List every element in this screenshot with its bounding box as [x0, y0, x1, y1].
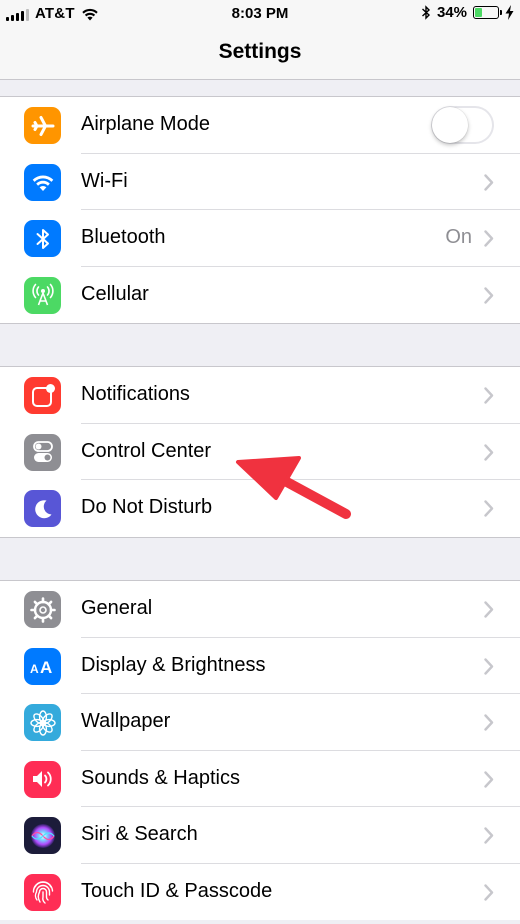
cellular-label: Cellular — [81, 282, 149, 305]
bluetooth-icon — [24, 220, 61, 257]
bluetooth-status-value: On — [445, 226, 472, 248]
chevron-right-icon — [484, 601, 494, 618]
chevron-right-icon — [484, 657, 494, 675]
siri-search-row[interactable]: Siri & Search — [0, 807, 520, 864]
display-brightness-label: Display & Brightness — [81, 653, 266, 676]
carrier-name: AT&T — [35, 5, 75, 22]
svg-text:A: A — [30, 662, 39, 676]
sounds-haptics-row[interactable]: Sounds & Haptics — [0, 751, 520, 807]
general-row[interactable]: General — [0, 581, 520, 638]
chevron-right-icon — [484, 230, 494, 247]
general-label: General — [81, 597, 153, 619]
display-brightness-row[interactable]: A A Display & Brightness — [0, 638, 520, 694]
chevron-right-icon — [484, 443, 494, 461]
page-title: Settings — [218, 40, 302, 63]
status-bar: AT&T 8:03 PM 34% — [0, 0, 520, 28]
siri-icon — [24, 817, 61, 854]
bluetooth-status-icon — [421, 5, 430, 20]
chevron-right-icon — [484, 883, 494, 901]
wallpaper-row[interactable]: Wallpaper — [0, 694, 520, 751]
settings-screen: AT&T 8:03 PM 34% Settings Airplane Mode … — [0, 0, 520, 924]
do-not-disturb-label: Do Not Disturb — [81, 496, 213, 518]
cellular-row[interactable]: Cellular — [0, 267, 520, 324]
siri-search-label: Siri & Search — [81, 823, 198, 845]
notifications-label: Notifications — [81, 383, 190, 405]
chevron-right-icon — [484, 500, 494, 517]
airplane-mode-row[interactable]: Airplane Mode — [0, 97, 520, 154]
settings-group-connectivity: Airplane Mode Wi-Fi Bluetooth On Cellula… — [0, 96, 520, 324]
cellular-antenna-icon — [24, 276, 61, 314]
wifi-row[interactable]: Wi-Fi — [0, 154, 520, 210]
battery-icon — [473, 6, 502, 19]
chevron-right-icon — [484, 770, 494, 788]
touch-id-passcode-label: Touch ID & Passcode — [81, 879, 273, 902]
chevron-right-icon — [484, 387, 494, 404]
navigation-bar: Settings — [0, 28, 520, 80]
moon-icon — [24, 490, 61, 527]
airplane-mode-toggle[interactable] — [431, 106, 494, 144]
gear-icon — [24, 591, 61, 628]
red-arrow-icon — [236, 456, 351, 519]
airplane-icon — [24, 107, 61, 144]
wifi-icon — [24, 163, 61, 201]
wallpaper-flower-icon — [24, 704, 61, 741]
touch-id-passcode-row[interactable]: Touch ID & Passcode — [0, 864, 520, 921]
svg-text:A: A — [40, 658, 52, 676]
fingerprint-icon — [24, 873, 61, 911]
control-center-label: Control Center — [81, 439, 212, 462]
chevron-right-icon — [484, 286, 494, 304]
sounds-haptics-label: Sounds & Haptics — [81, 766, 240, 789]
battery-level-fill — [475, 8, 482, 17]
toggle-knob — [432, 107, 468, 143]
text-size-icon: A A — [24, 647, 61, 685]
chevron-right-icon — [484, 714, 494, 731]
signal-strength-icon — [6, 7, 29, 21]
control-center-icon — [24, 433, 61, 471]
chevron-right-icon — [484, 827, 494, 844]
notifications-icon — [24, 377, 61, 414]
battery-percentage: 34% — [436, 4, 467, 21]
wallpaper-label: Wallpaper — [81, 710, 171, 732]
wifi-status-icon — [81, 8, 98, 20]
charging-bolt-icon — [505, 5, 514, 20]
chevron-right-icon — [484, 173, 494, 191]
speaker-icon — [24, 760, 61, 798]
bluetooth-row[interactable]: Bluetooth On — [0, 210, 520, 267]
bluetooth-label: Bluetooth — [81, 226, 166, 248]
notifications-row[interactable]: Notifications — [0, 367, 520, 424]
airplane-mode-label: Airplane Mode — [81, 113, 210, 135]
settings-group-general: General A A Display & Brightness Wallpap… — [0, 580, 520, 920]
wifi-label: Wi-Fi — [81, 169, 128, 192]
